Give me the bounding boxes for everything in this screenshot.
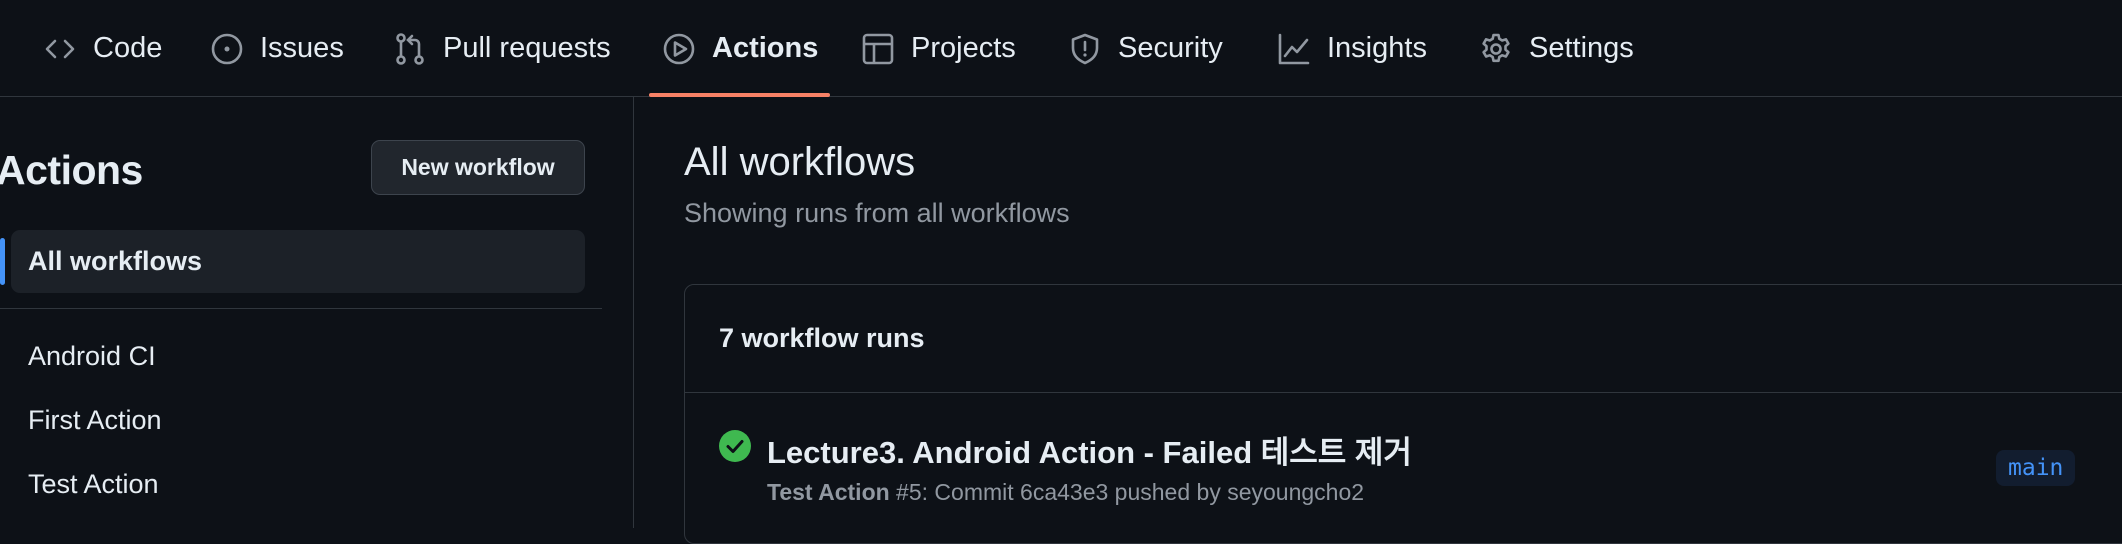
tab-code[interactable]: Code (43, 0, 162, 97)
tab-issues[interactable]: Issues (210, 0, 344, 97)
sidebar-item-test-action[interactable]: Test Action (28, 469, 159, 500)
tab-security[interactable]: Security (1068, 0, 1223, 97)
sidebar-item-all-workflows[interactable]: All workflows (11, 230, 585, 293)
active-tab-underline (649, 93, 830, 97)
gear-icon (1479, 32, 1513, 66)
tab-projects[interactable]: Projects (861, 0, 1016, 97)
runs-count: 7 workflow runs (719, 323, 925, 353)
tab-label: Settings (1529, 32, 1634, 64)
tab-insights[interactable]: Insights (1277, 0, 1427, 97)
run-meta-detail: #5: Commit 6ca43e3 pushed by seyoungcho2 (889, 479, 1365, 505)
tab-label: Issues (260, 32, 344, 64)
new-workflow-button[interactable]: New workflow (371, 140, 585, 195)
tab-label: Code (93, 32, 163, 64)
tab-label: Insights (1327, 32, 1427, 64)
page-subtitle: Showing runs from all workflows (684, 198, 1070, 228)
sidebar-item-label: All workflows (28, 246, 203, 276)
selected-indicator (0, 238, 5, 285)
tab-actions[interactable]: Actions (662, 0, 818, 97)
code-icon (43, 32, 77, 66)
actions-sidebar: Actions New workflow All workflows Andro… (0, 97, 634, 528)
git-pull-request-icon (393, 32, 427, 66)
run-workflow-name: Test Action (767, 479, 890, 505)
tab-label: Pull requests (443, 32, 611, 64)
sidebar-item-android-ci[interactable]: Android CI (28, 341, 156, 372)
tab-label: Projects (911, 32, 1016, 64)
repo-nav-tabs: Code Issues Pull requests Actions Projec… (0, 0, 2122, 97)
tab-label: Actions (712, 32, 819, 64)
play-icon (662, 32, 696, 66)
table-icon (861, 32, 895, 66)
graph-icon (1277, 32, 1311, 66)
sidebar-title: Actions (0, 147, 143, 193)
tab-settings[interactable]: Settings (1479, 0, 1634, 97)
workflow-runs-list: 7 workflow runs Lecture3. Android Action… (684, 284, 2122, 544)
tab-pull-requests[interactable]: Pull requests (393, 0, 611, 97)
issue-opened-icon (210, 32, 244, 66)
page-title: All workflows (684, 140, 916, 184)
check-circle-fill-icon (719, 430, 751, 462)
run-meta: Test Action #5: Commit 6ca43e3 pushed by… (767, 479, 1364, 506)
sidebar-item-first-action[interactable]: First Action (28, 405, 162, 436)
sidebar-divider (0, 308, 602, 309)
branch-badge[interactable]: main (1996, 450, 2076, 486)
run-title-link[interactable]: Lecture3. Android Action - Failed 테스트 제거 (767, 427, 1412, 472)
shield-icon (1068, 32, 1102, 66)
runs-list-header: 7 workflow runs (685, 285, 2122, 393)
tab-label: Security (1118, 32, 1223, 64)
